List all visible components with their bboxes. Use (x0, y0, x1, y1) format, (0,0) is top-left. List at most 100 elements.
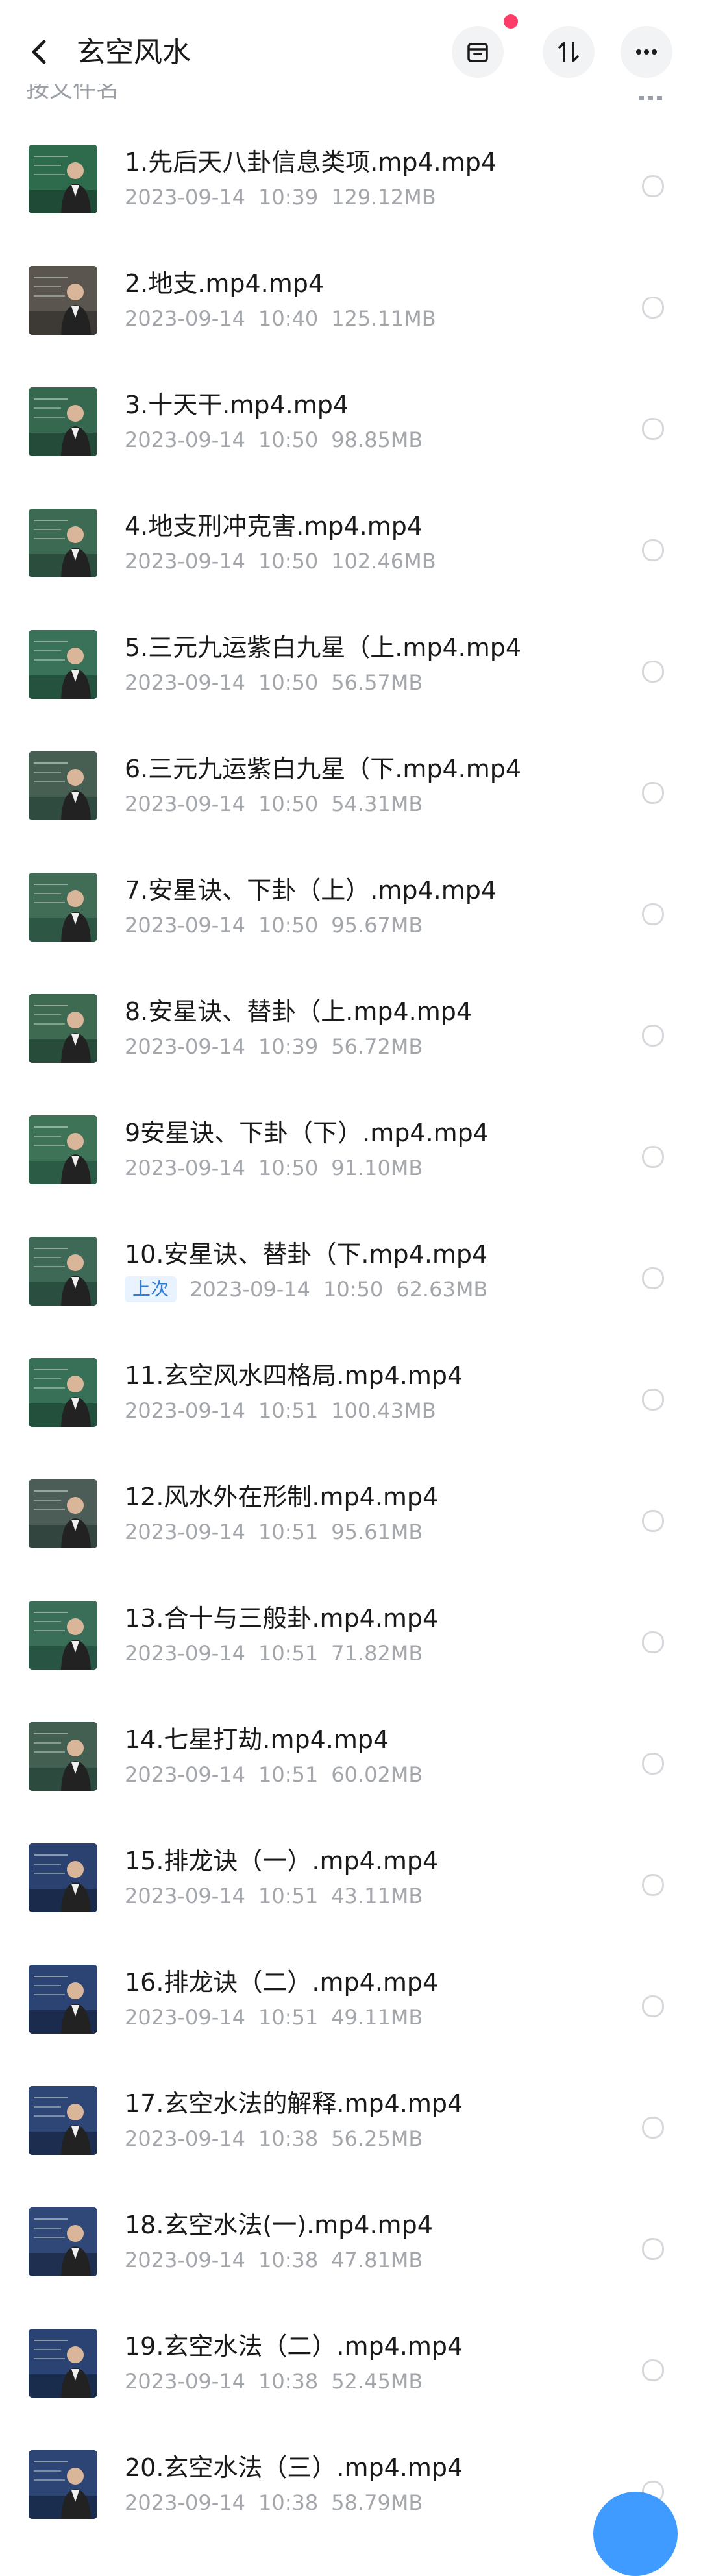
select-radio[interactable] (642, 661, 664, 683)
file-list-item[interactable]: 11.玄空风水四格局.mp4.mp4 2023-09-14 10:51 100.43M… (0, 1321, 701, 1442)
file-meta: 2023-09-14 10:38 52.45MB (125, 2367, 436, 2396)
file-list-item[interactable]: 14.七星打劫.mp4.mp4 2023-09-14 10:51 60.02MB (0, 1685, 701, 1806)
file-meta: 2023-09-14 10:50 91.10MB (125, 1154, 436, 1182)
file-size: 100.43MB (331, 1398, 436, 1423)
file-list-item[interactable]: 3.十天干.mp4.mp4 2023-09-14 10:50 98.85MB (0, 350, 701, 472)
file-time: 10:50 (258, 549, 319, 574)
page-title: 玄空风水 (77, 36, 191, 69)
file-list-item[interactable]: 2.地支.mp4.mp4 2023-09-14 10:40 125.11MB (0, 229, 701, 350)
select-radio[interactable] (642, 1874, 664, 1896)
file-meta: 2023-09-14 10:51 43.11MB (125, 1882, 436, 1910)
file-meta: 2023-09-14 10:38 47.81MB (125, 2246, 436, 2274)
file-list-item[interactable]: 17.玄空水法的解释.mp4.mp4 2023-09-14 10:38 56.25MB (0, 2049, 701, 2170)
file-list-item[interactable]: 18.玄空水法(一).mp4.mp4 2023-09-14 10:38 47.81MB (0, 2170, 701, 2292)
file-size: 95.67MB (331, 913, 423, 938)
file-name: 14.七星打劫.mp4.mp4 (125, 1725, 389, 1754)
video-thumbnail (29, 751, 97, 820)
file-list-item[interactable]: 16.排龙诀（二）.mp4.mp4 2023-09-14 10:51 49.11MB (0, 1928, 701, 2049)
file-name: 4.地支刑冲克害.mp4.mp4 (125, 512, 423, 541)
file-name: 6.三元九运紫白九星（下.mp4.mp4 (125, 755, 522, 783)
file-time: 10:51 (258, 1884, 319, 1908)
video-thumbnail (29, 873, 97, 942)
select-radio[interactable] (642, 539, 664, 561)
select-radio[interactable] (642, 1510, 664, 1532)
video-thumbnail (29, 145, 97, 213)
view-toggle-icon[interactable] (639, 96, 662, 106)
sort-label: 按文件名 (26, 84, 120, 103)
select-radio[interactable] (642, 1146, 664, 1168)
select-radio[interactable] (642, 1267, 664, 1289)
sort-bar[interactable]: 按文件名 (0, 84, 701, 110)
select-radio[interactable] (642, 903, 664, 925)
file-time: 10:50 (258, 792, 319, 816)
file-date: 2023-09-14 (125, 2126, 245, 2151)
file-time: 10:51 (258, 1520, 319, 1544)
video-thumbnail (29, 2207, 97, 2276)
file-list-item[interactable]: 12.风水外在形制.mp4.mp4 2023-09-14 10:51 95.61MB (0, 1442, 701, 1564)
file-size: 54.31MB (331, 792, 423, 816)
file-name: 19.玄空水法（二）.mp4.mp4 (125, 2332, 463, 2361)
file-name: 5.三元九运紫白九星（上.mp4.mp4 (125, 633, 522, 662)
select-radio[interactable] (642, 782, 664, 804)
video-thumbnail (29, 1358, 97, 1427)
file-date: 2023-09-14 (125, 792, 245, 816)
file-size: 91.10MB (331, 1156, 423, 1180)
sort-button[interactable] (543, 26, 595, 78)
file-time: 10:39 (258, 1034, 319, 1059)
file-time: 10:50 (258, 913, 319, 938)
file-name: 11.玄空风水四格局.mp4.mp4 (125, 1361, 463, 1390)
file-date: 2023-09-14 (125, 306, 245, 331)
select-radio[interactable] (642, 297, 664, 319)
file-name: 8.安星诀、替卦（上.mp4.mp4 (125, 997, 473, 1026)
file-date: 2023-09-14 (125, 913, 245, 938)
select-radio[interactable] (642, 1389, 664, 1411)
file-meta: 2023-09-14 10:38 58.79MB (125, 2488, 436, 2517)
file-list-item[interactable]: 6.三元九运紫白九星（下.mp4.mp4 2023-09-14 10:50 54.31… (0, 714, 701, 836)
file-list-item[interactable]: 20.玄空水法（三）.mp4.mp4 2023-09-14 10:38 58.79MB (0, 2413, 701, 2534)
select-radio[interactable] (642, 1631, 664, 1653)
file-size: 47.81MB (331, 2248, 423, 2272)
file-date: 2023-09-14 (125, 2490, 245, 2515)
file-size: 52.45MB (331, 2369, 423, 2394)
file-list-item[interactable]: 4.地支刑冲克害.mp4.mp4 2023-09-14 10:50 102.46MB (0, 472, 701, 593)
file-date: 2023-09-14 (125, 549, 245, 574)
select-radio[interactable] (642, 2117, 664, 2139)
file-size: 125.11MB (331, 306, 436, 331)
select-radio[interactable] (642, 1995, 664, 2017)
file-list-item[interactable]: 9安星诀、下卦（下）.mp4.mp4 2023-09-14 10:50 91.10MB (0, 1078, 701, 1200)
file-time: 10:50 (258, 1156, 319, 1180)
file-list-item[interactable]: 10.安星诀、替卦（下.mp4.mp4 上次 2023-09-14 10:50 62.6… (0, 1200, 701, 1321)
file-list-item[interactable]: 19.玄空水法（二）.mp4.mp4 2023-09-14 10:38 52.45MB (0, 2292, 701, 2413)
more-button[interactable] (621, 26, 672, 78)
file-meta: 2023-09-14 10:50 54.31MB (125, 790, 436, 818)
select-radio[interactable] (642, 1025, 664, 1047)
file-date: 2023-09-14 (125, 1884, 245, 1908)
file-list-item[interactable]: 7.安星诀、下卦（上）.mp4.mp4 2023-09-14 10:50 95.67M… (0, 836, 701, 957)
floating-action-button[interactable] (593, 2492, 678, 2576)
archive-icon (467, 43, 488, 62)
file-meta: 2023-09-14 10:50 56.57MB (125, 668, 436, 697)
last-played-badge: 上次 (125, 1276, 177, 1302)
file-date: 2023-09-14 (125, 670, 245, 695)
select-radio[interactable] (642, 2238, 664, 2260)
file-list-item[interactable]: 1.先后天八卦信息类项.mp4.mp4 2023-09-14 10:39 129.12… (0, 108, 701, 229)
file-list-item[interactable]: 15.排龙诀（一）.mp4.mp4 2023-09-14 10:51 43.11MB (0, 1806, 701, 1928)
file-list-item[interactable]: 13.合十与三般卦.mp4.mp4 2023-09-14 10:51 71.82MB (0, 1564, 701, 1685)
video-thumbnail (29, 266, 97, 335)
file-meta: 2023-09-14 10:39 56.72MB (125, 1032, 436, 1061)
file-date: 2023-09-14 (125, 2248, 245, 2272)
file-list-item[interactable]: 5.三元九运紫白九星（上.mp4.mp4 2023-09-14 10:50 56.57… (0, 593, 701, 714)
file-name: 12.风水外在形制.mp4.mp4 (125, 1483, 439, 1511)
file-size: 71.82MB (331, 1641, 423, 1666)
file-time: 10:40 (258, 306, 319, 331)
file-name: 15.排龙诀（一）.mp4.mp4 (125, 1847, 439, 1875)
file-time: 10:38 (258, 2369, 319, 2394)
select-radio[interactable] (642, 1753, 664, 1775)
select-radio[interactable] (642, 175, 664, 197)
select-radio[interactable] (642, 2359, 664, 2381)
select-radio[interactable] (642, 418, 664, 440)
archive-button[interactable] (452, 26, 504, 78)
back-button[interactable] (26, 38, 55, 66)
file-list-item[interactable]: 8.安星诀、替卦（上.mp4.mp4 2023-09-14 10:39 56.72MB (0, 957, 701, 1078)
file-time: 10:51 (258, 1762, 319, 1787)
